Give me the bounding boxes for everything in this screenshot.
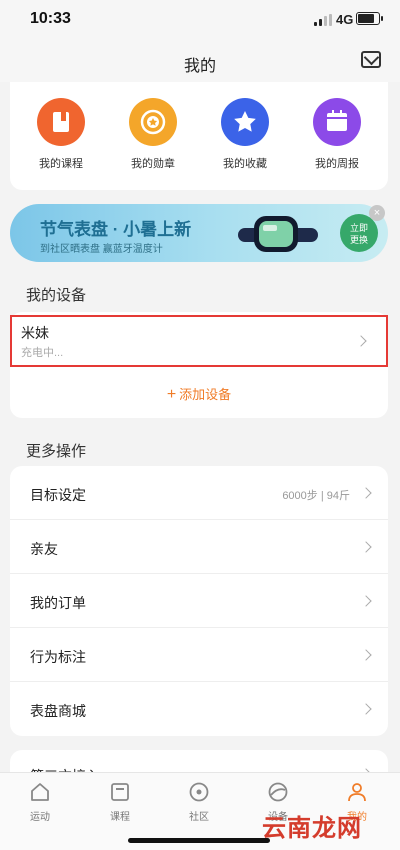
add-device-button[interactable]: + 添加设备 [10,384,388,404]
quick-action-label: 我的勋章 [131,158,175,170]
tab-label: 社区 [189,812,209,823]
signal-icon [314,14,332,26]
battery-icon [356,12,383,25]
device-row[interactable]: 米妹 充电中... [10,315,388,367]
tab-course[interactable]: 课程 [90,781,150,823]
list-item-label: 目标设定 [30,487,86,503]
report-icon [313,98,361,146]
device-icon [267,781,289,803]
network-type: 4G [336,12,354,27]
device-status: 充电中... [21,347,64,359]
status-time: 10:33 [30,10,71,27]
plus-icon: + [166,386,177,403]
list-item-orders[interactable]: 我的订单 [10,574,388,628]
quick-action-label: 我的收藏 [223,158,267,170]
page-title: 我的 [183,58,216,75]
banner-close-icon[interactable]: × [369,205,385,221]
chevron-right-icon [360,487,372,499]
star-icon [221,98,269,146]
chevron-right-icon [360,595,372,607]
tab-sport[interactable]: 运动 [10,781,70,823]
community-icon [188,781,210,803]
more-section-title: 更多操作 [26,443,87,460]
list-item-behavior-labeling[interactable]: 行为标注 [10,628,388,682]
goal-value: 6000步 | 94斤 [282,490,350,502]
list-item-watchface-store[interactable]: 表盘商城 [10,682,388,736]
profile-icon [346,781,368,803]
device-name: 米妹 [21,325,49,341]
more-actions-card: 目标设定 6000步 | 94斤 亲友 我的订单 行为标注 表盘商城 [10,466,388,736]
list-item-label: 表盘商城 [30,703,86,719]
quick-action-label: 我的周报 [315,158,359,170]
banner-title: 节气表盘 · 小暑上新 [40,220,192,239]
list-item-label: 我的订单 [30,595,86,611]
course-tab-icon [109,781,131,803]
home-icon [29,781,51,803]
chevron-right-icon [360,703,372,715]
quick-actions-card: 我的课程 我的勋章 我的收藏 我的周报 [10,82,388,190]
home-indicator [128,838,270,843]
quick-action-courses[interactable]: 我的课程 [21,98,101,171]
status-bar: 10:33 4G [0,0,400,40]
chevron-right-icon [355,335,367,347]
quick-action-favorites[interactable]: 我的收藏 [205,98,285,171]
replace-button-line2: 更换 [349,235,368,245]
list-item-friends[interactable]: 亲友 [10,520,388,574]
tab-label: 课程 [110,812,130,823]
quick-action-medals[interactable]: 我的勋章 [113,98,193,171]
chevron-right-icon [360,541,372,553]
tab-community[interactable]: 社区 [169,781,229,823]
medal-icon [129,98,177,146]
course-icon [37,98,85,146]
promo-banner[interactable]: 节气表盘 · 小暑上新 到社区晒表盘 赢蓝牙温度计 立即 更换 [10,204,388,262]
banner-subtitle: 到社区晒表盘 赢蓝牙温度计 [40,244,163,255]
devices-card: 米妹 充电中... + 添加设备 [10,312,388,418]
watermark-text: 云南龙网 [262,815,362,842]
add-device-label: 添加设备 [179,387,232,402]
quick-action-label: 我的课程 [39,158,83,170]
list-item-label: 行为标注 [30,649,86,665]
chevron-right-icon [360,649,372,661]
quick-action-weekly-report[interactable]: 我的周报 [297,98,377,171]
tab-label: 运动 [30,812,50,823]
list-item-label: 亲友 [30,541,58,557]
smart-band-image [238,210,318,258]
devices-section-title: 我的设备 [26,287,87,304]
mail-icon[interactable] [361,51,381,68]
replace-button-line1: 立即 [349,223,368,233]
list-item-goal-setting[interactable]: 目标设定 6000步 | 94斤 [10,466,388,520]
nav-bar: 我的 [0,40,400,82]
